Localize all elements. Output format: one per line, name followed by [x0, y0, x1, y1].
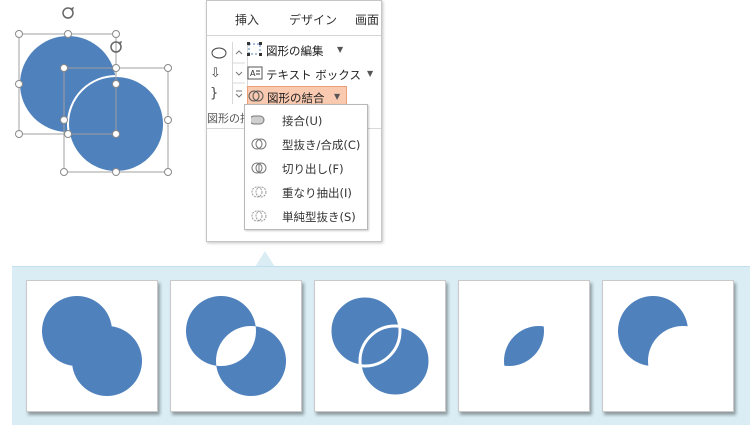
result-card-fragment: [314, 280, 446, 412]
menu-item-fragment[interactable]: 切り出し(F): [245, 157, 367, 179]
text-box-icon: A: [247, 66, 263, 80]
brace-icon[interactable]: }: [210, 86, 218, 101]
subtract-icon: [251, 210, 267, 222]
gallery-scroll[interactable]: [232, 42, 245, 104]
gallery-scroll-arrows[interactable]: [233, 42, 245, 104]
subtract-result: [618, 296, 688, 366]
menu-item-subtract[interactable]: 単純型抜き(S): [245, 205, 367, 227]
menu-label-intersect: 重なり抽出(I): [282, 186, 352, 200]
text-box-button[interactable]: A テキスト ボックス ▼: [247, 64, 375, 84]
tab-insert[interactable]: 挿入: [235, 11, 259, 28]
ribbon-tabs: 挿入 デザイン 画面: [207, 1, 381, 35]
tab-design[interactable]: デザイン: [289, 11, 337, 28]
result-card-subtract: [602, 280, 734, 412]
union-icon: [251, 115, 265, 125]
text-box-label: テキスト ボックス: [266, 68, 361, 82]
menu-label-fragment: 切り出し(F): [282, 162, 344, 176]
result-card-combine: [170, 280, 302, 412]
intersect-icon: [251, 186, 267, 198]
menu-item-combine[interactable]: 型抜き/合成(C): [245, 133, 367, 155]
shape-gallery[interactable]: ⇩ }: [207, 42, 248, 104]
result-card-intersect: [458, 280, 590, 412]
menu-label-subtract: 単純型抜き(S): [282, 210, 356, 224]
result-card-union: [26, 280, 158, 412]
chevron-down-icon: ▼: [337, 45, 344, 54]
intersect-result: [504, 326, 544, 366]
selected-circles-illustration[interactable]: [0, 0, 200, 190]
fragment-result: [328, 294, 432, 398]
menu-label-union: 接合(U): [282, 114, 323, 128]
svg-text:A: A: [250, 69, 256, 78]
oval-icon[interactable]: [210, 46, 228, 60]
fragment-icon: [251, 162, 267, 174]
callout-pointer: [255, 251, 275, 267]
edit-shape-button[interactable]: 図形の編集 ▼: [247, 40, 363, 60]
combine-icon: [251, 138, 267, 150]
menu-item-union[interactable]: 接合(U): [245, 109, 367, 131]
union-result: [42, 296, 142, 396]
merge-shapes-menu: 接合(U) 型抜き/合成(C) 切り出し(F) 重なり抽出(I) 単純型抜き(S…: [244, 104, 368, 230]
menu-item-intersect[interactable]: 重なり抽出(I): [245, 181, 367, 203]
tab-view[interactable]: 画面: [355, 11, 379, 28]
merge-shapes-icon: [248, 90, 264, 102]
rotate-handle-icon[interactable]: [62, 7, 74, 19]
chevron-down-icon: ▼: [367, 69, 374, 78]
menu-label-combine: 型抜き/合成(C): [282, 138, 361, 152]
down-arrow-icon[interactable]: ⇩: [210, 66, 221, 81]
edit-points-icon: [247, 42, 262, 56]
edit-shape-label: 図形の編集: [266, 44, 324, 58]
combine-result: [186, 296, 286, 396]
chevron-down-icon: ▼: [334, 92, 341, 101]
